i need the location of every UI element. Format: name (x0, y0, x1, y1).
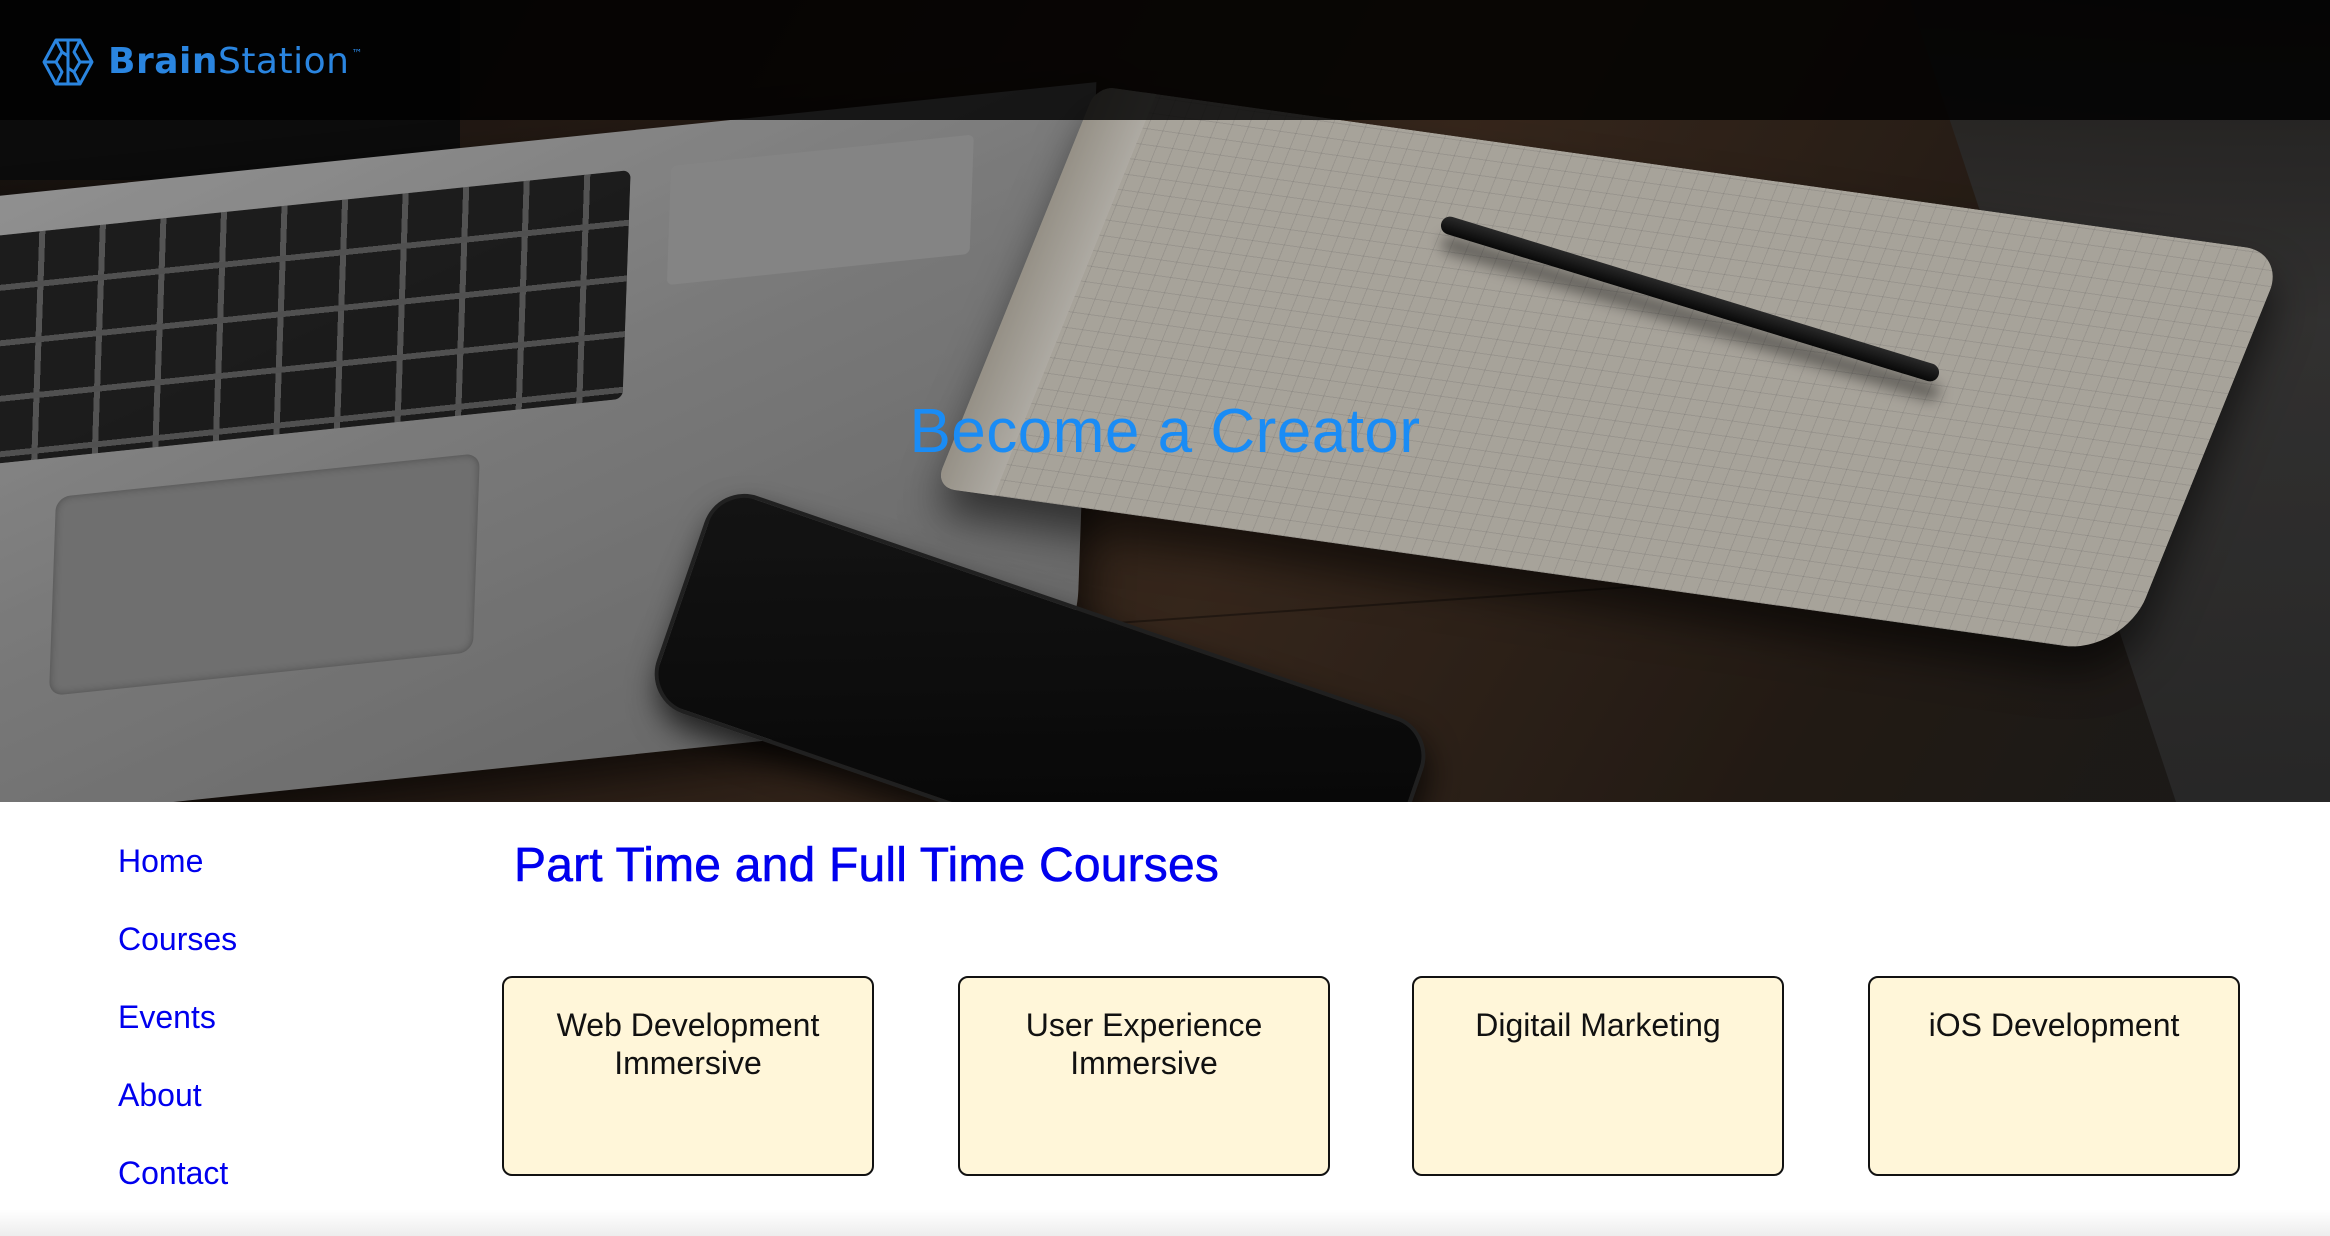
nav-link-home[interactable]: Home (118, 838, 418, 916)
top-navbar: BrainStation ™ (0, 0, 2330, 120)
nav-link-events[interactable]: Events (118, 994, 418, 1072)
nav-link-about[interactable]: About (118, 1072, 418, 1150)
brand-logo-link[interactable]: BrainStation ™ (40, 34, 363, 90)
brain-logo-icon (42, 38, 94, 86)
course-card-digital-marketing[interactable]: Digitail Marketing (1412, 976, 1784, 1176)
course-card-ios-development[interactable]: iOS Development (1868, 976, 2240, 1176)
course-card-web-development[interactable]: Web Development Immersive (502, 976, 874, 1176)
course-card-title: Web Development (556, 1007, 820, 1043)
course-card-subtitle: Immersive (1070, 1045, 1218, 1081)
courses-section-title: Part Time and Full Time Courses (514, 839, 1220, 893)
course-card-user-experience[interactable]: User Experience Immersive (958, 976, 1330, 1176)
side-navigation: Home Courses Events About Contact (118, 838, 418, 1228)
course-card-title: iOS Development (1928, 1007, 2180, 1043)
hero-headline: Become a Creator (909, 397, 1421, 466)
course-card-subtitle: Immersive (614, 1045, 762, 1081)
brand-name: BrainStation ™ (108, 41, 363, 82)
course-card-title: Digitail Marketing (1475, 1007, 1721, 1043)
page-bottom-fade (0, 1210, 2330, 1236)
nav-link-courses[interactable]: Courses (118, 916, 418, 994)
course-card-title: User Experience (1025, 1007, 1263, 1043)
